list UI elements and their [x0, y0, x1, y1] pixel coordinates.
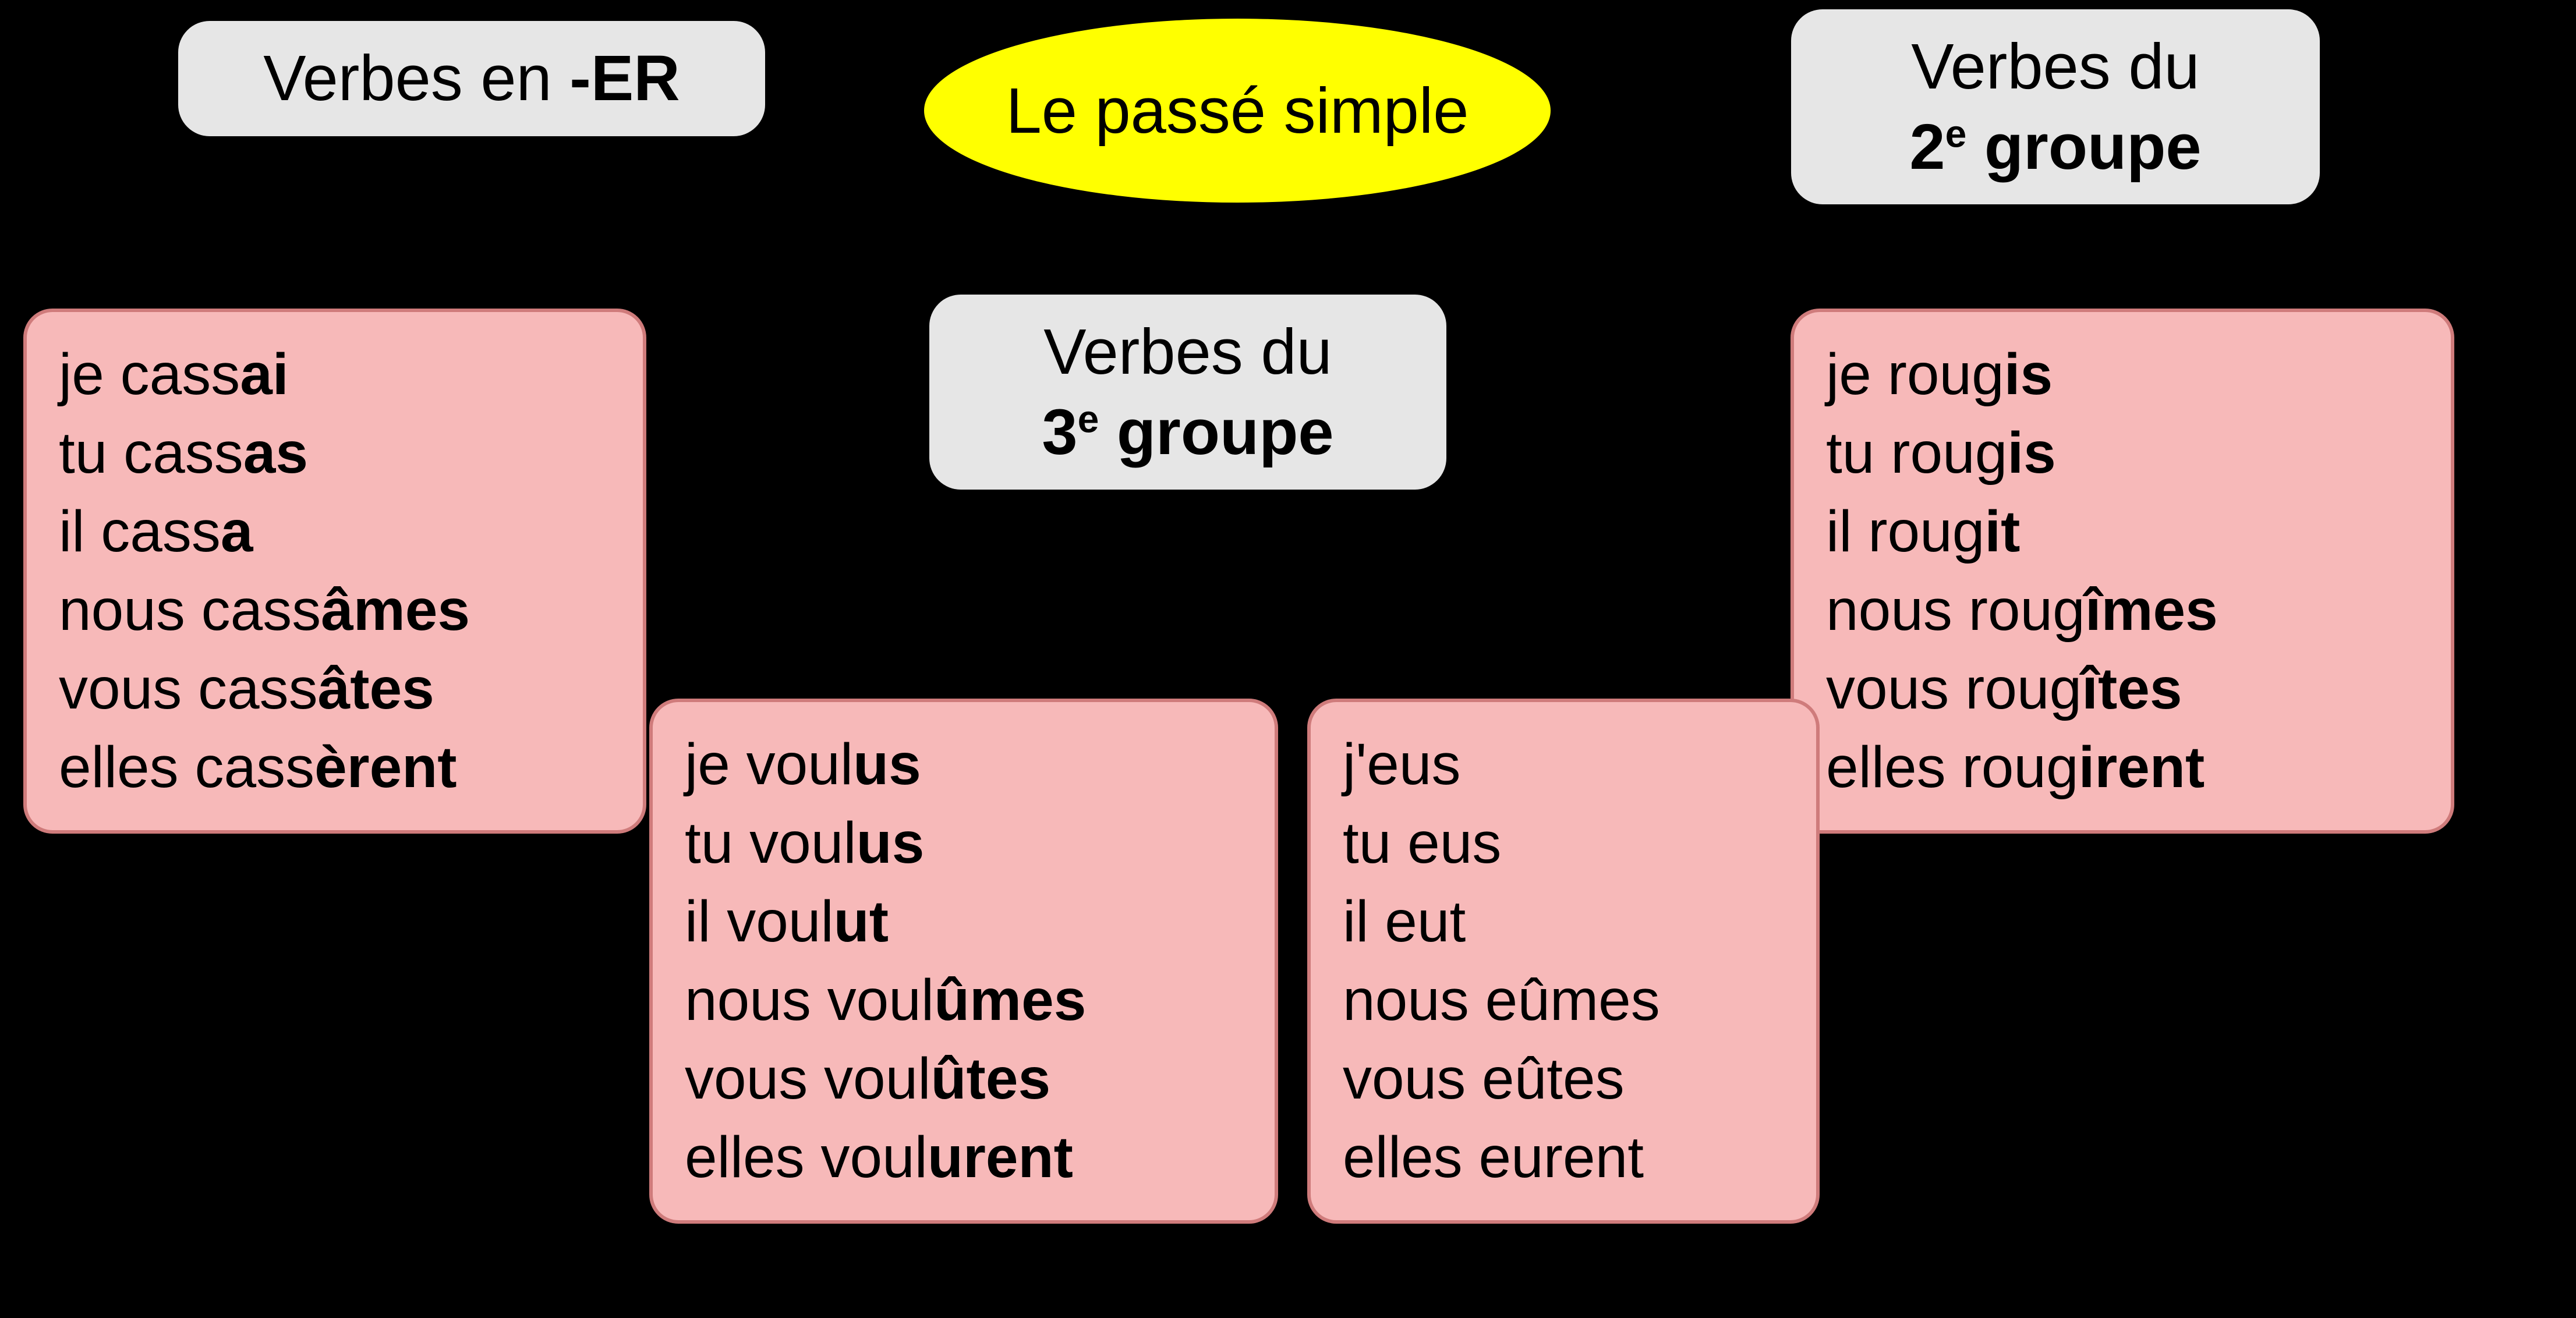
label-g2: Verbes du 2e groupe [1788, 6, 2323, 208]
label-g2-bold: 2e groupe [1909, 111, 2201, 183]
label-g3-prefix: Verbes du [1043, 316, 1332, 388]
conj-line: nous rougîmes [1826, 571, 2419, 650]
conj-line: je cassai [59, 335, 611, 414]
conj-line: elles eurent [1343, 1118, 1784, 1197]
conj-line: je voulus [685, 725, 1243, 804]
conj-line: tu cassas [59, 414, 611, 493]
conj-line: tu eus [1343, 804, 1784, 883]
conj-line: vous eûtes [1343, 1040, 1784, 1118]
conj-line: nous cassâmes [59, 571, 611, 650]
conj-rougir: je rougistu rougisil rougitnous rougîmes… [1791, 309, 2454, 834]
conj-line: il voulut [685, 883, 1243, 961]
conj-line: nous voulûmes [685, 961, 1243, 1040]
conj-line: elles cassèrent [59, 728, 611, 807]
conj-line: il cassa [59, 493, 611, 571]
title-text: Le passé simple [1006, 74, 1469, 148]
label-er: Verbes en -ER [175, 17, 769, 140]
conj-line: tu rougis [1826, 414, 2419, 493]
label-g3: Verbes du 3e groupe [926, 291, 1450, 493]
conj-line: elles voulurent [685, 1118, 1243, 1197]
conj-vouloir: je voulustu voulusil voulutnous voulûmes… [649, 699, 1278, 1224]
diagram-stage: Le passé simple Verbes en -ER Verbes du … [0, 0, 2576, 1318]
conj-line: il eut [1343, 883, 1784, 961]
label-g3-bold: 3e groupe [1042, 396, 1333, 468]
conj-line: nous eûmes [1343, 961, 1784, 1040]
title-ellipse: Le passé simple [920, 15, 1555, 207]
label-er-bold: -ER [569, 42, 680, 114]
conj-line: elles rougirent [1826, 728, 2419, 807]
conj-line: je rougis [1826, 335, 2419, 414]
label-er-prefix: Verbes en [263, 42, 569, 114]
conj-line: vous cassâtes [59, 650, 611, 728]
conj-line: tu voulus [685, 804, 1243, 883]
conj-line: il rougit [1826, 493, 2419, 571]
conj-avoir: j'eustu eusil eutnous eûmesvous eûtesell… [1307, 699, 1820, 1224]
label-g2-prefix: Verbes du [1911, 31, 2199, 102]
conj-line: vous voulûtes [685, 1040, 1243, 1118]
conj-casser: je cassaitu cassasil cassanous cassâmesv… [23, 309, 646, 834]
conj-line: j'eus [1343, 725, 1784, 804]
conj-line: vous rougîtes [1826, 650, 2419, 728]
